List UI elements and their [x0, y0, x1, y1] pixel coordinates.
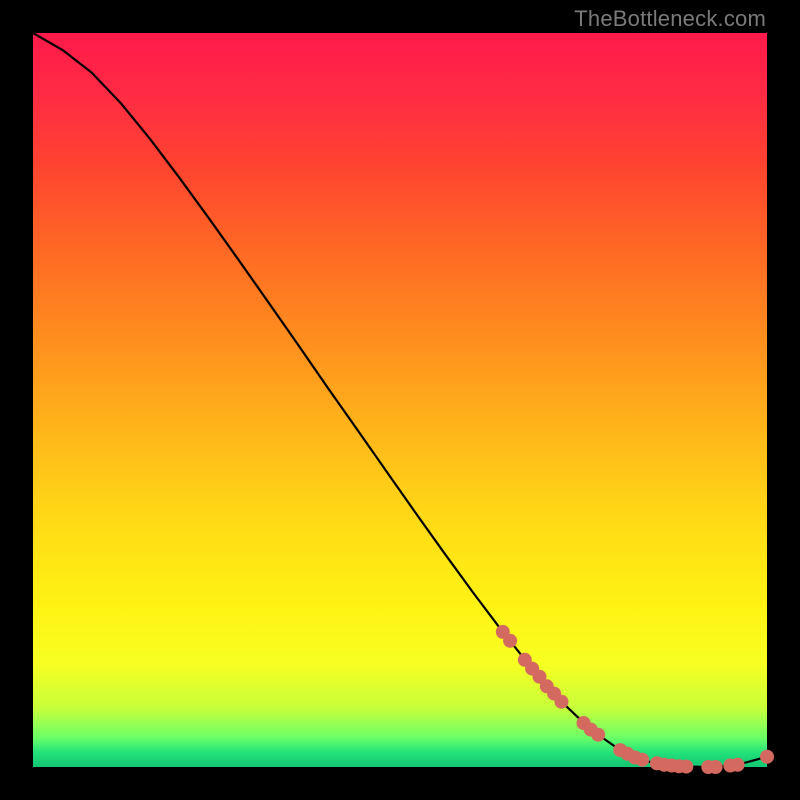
- data-marker: [635, 753, 649, 767]
- data-marker: [591, 728, 605, 742]
- data-marker: [503, 634, 517, 648]
- data-marker: [555, 695, 569, 709]
- chart-svg: [33, 33, 767, 767]
- curve-line: [33, 33, 767, 767]
- marker-group: [496, 625, 774, 774]
- watermark-text: TheBottleneck.com: [574, 6, 766, 32]
- data-marker: [731, 758, 745, 772]
- data-marker: [679, 760, 693, 774]
- plot-area: [33, 33, 767, 767]
- data-marker: [709, 760, 723, 774]
- chart-frame: TheBottleneck.com: [0, 0, 800, 800]
- data-marker: [760, 750, 774, 764]
